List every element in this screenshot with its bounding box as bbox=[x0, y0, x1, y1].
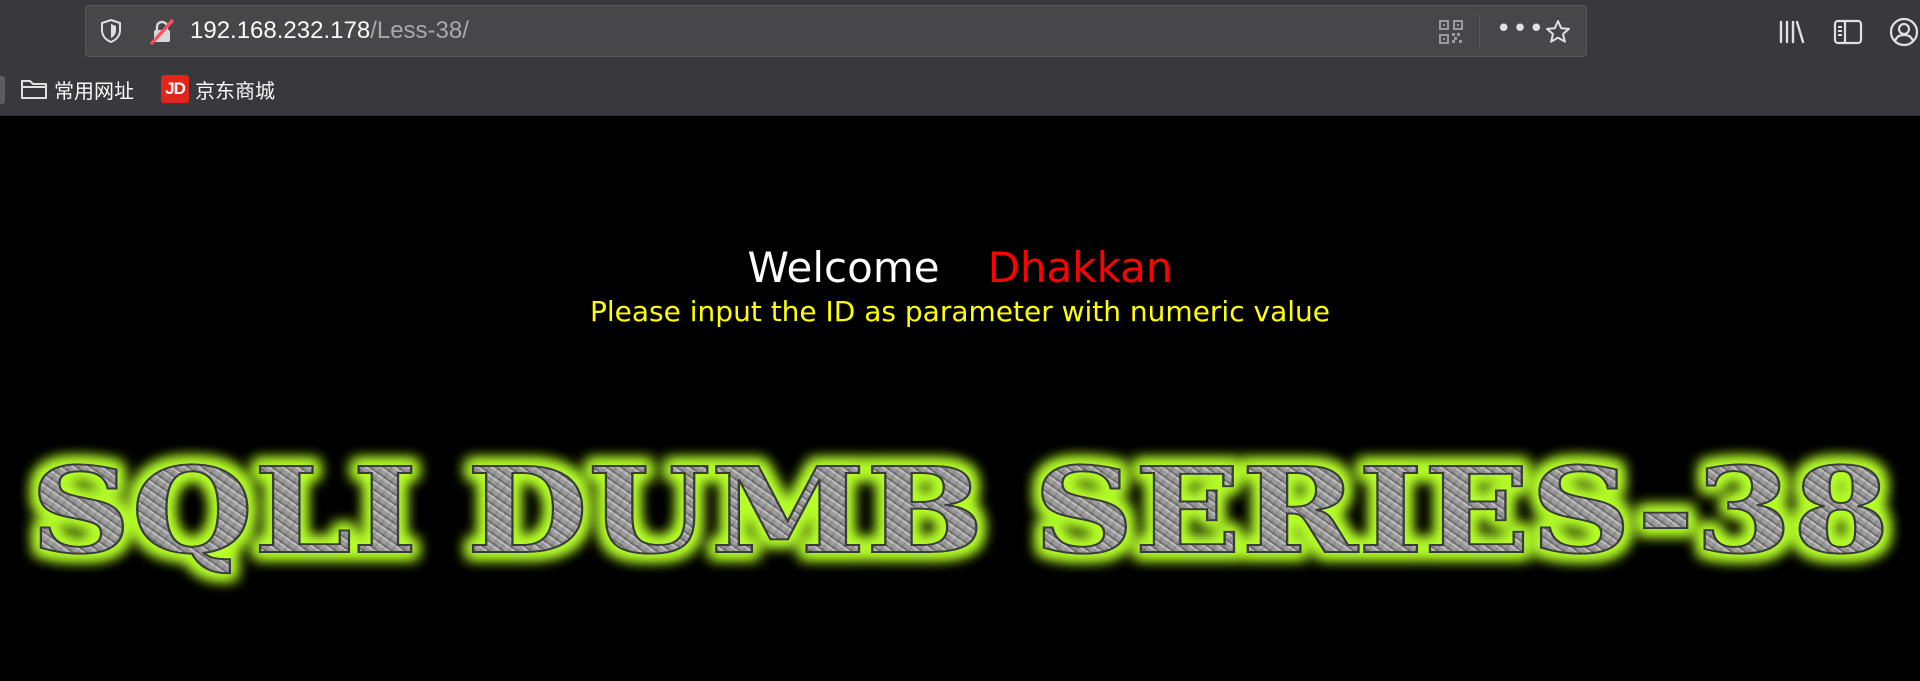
shield-icon[interactable] bbox=[98, 18, 124, 44]
jd-logo-icon: JD bbox=[161, 75, 189, 103]
qr-code-icon[interactable] bbox=[1438, 19, 1464, 45]
url-path: /Less-38/ bbox=[370, 17, 469, 44]
bookmark-jd-mall[interactable]: JD 京东商城 bbox=[161, 74, 275, 104]
bookmarks-overflow-edge bbox=[0, 76, 5, 104]
account-icon[interactable] bbox=[1888, 16, 1920, 48]
insecure-lock-icon[interactable] bbox=[148, 18, 176, 46]
star-icon[interactable] bbox=[1544, 18, 1572, 46]
bookmark-label: 常用网址 bbox=[54, 78, 134, 103]
folder-icon bbox=[20, 77, 48, 101]
bookmarks-toolbar: 常用网址 JD 京东商城 bbox=[0, 64, 1920, 116]
welcome-text: Welcome bbox=[747, 243, 940, 292]
series-banner-image: SQLI DUMB SERIES-38 bbox=[0, 434, 1920, 594]
url-host: 192.168.232.178 bbox=[190, 17, 371, 44]
library-icon[interactable] bbox=[1776, 16, 1808, 48]
welcome-line: Welcome Dhakkan bbox=[0, 242, 1920, 294]
series-banner-text: SQLI DUMB SERIES-38 bbox=[30, 441, 1890, 580]
urlbar-separator bbox=[1479, 14, 1480, 48]
jd-badge-text: JD bbox=[161, 75, 189, 103]
user-name: Dhakkan bbox=[987, 243, 1173, 292]
bookmark-label: 京东商城 bbox=[195, 78, 275, 103]
url-text[interactable]: 192.168.232.178/Less-38/ bbox=[190, 16, 469, 46]
page-content: Welcome Dhakkan Please input the ID as pa… bbox=[0, 116, 1920, 681]
series-banner-svg: SQLI DUMB SERIES-38 bbox=[29, 440, 1891, 581]
more-dots-icon[interactable]: ••• bbox=[1496, 16, 1544, 46]
bookmark-folder-common-sites[interactable]: 常用网址 bbox=[20, 74, 134, 104]
instruction-text: Please input the ID as parameter with nu… bbox=[590, 295, 1330, 328]
url-bar[interactable]: 192.168.232.178/Less-38/ ••• bbox=[85, 5, 1587, 57]
browser-navbar: 192.168.232.178/Less-38/ ••• bbox=[0, 0, 1920, 64]
sidebar-icon[interactable] bbox=[1832, 16, 1864, 48]
